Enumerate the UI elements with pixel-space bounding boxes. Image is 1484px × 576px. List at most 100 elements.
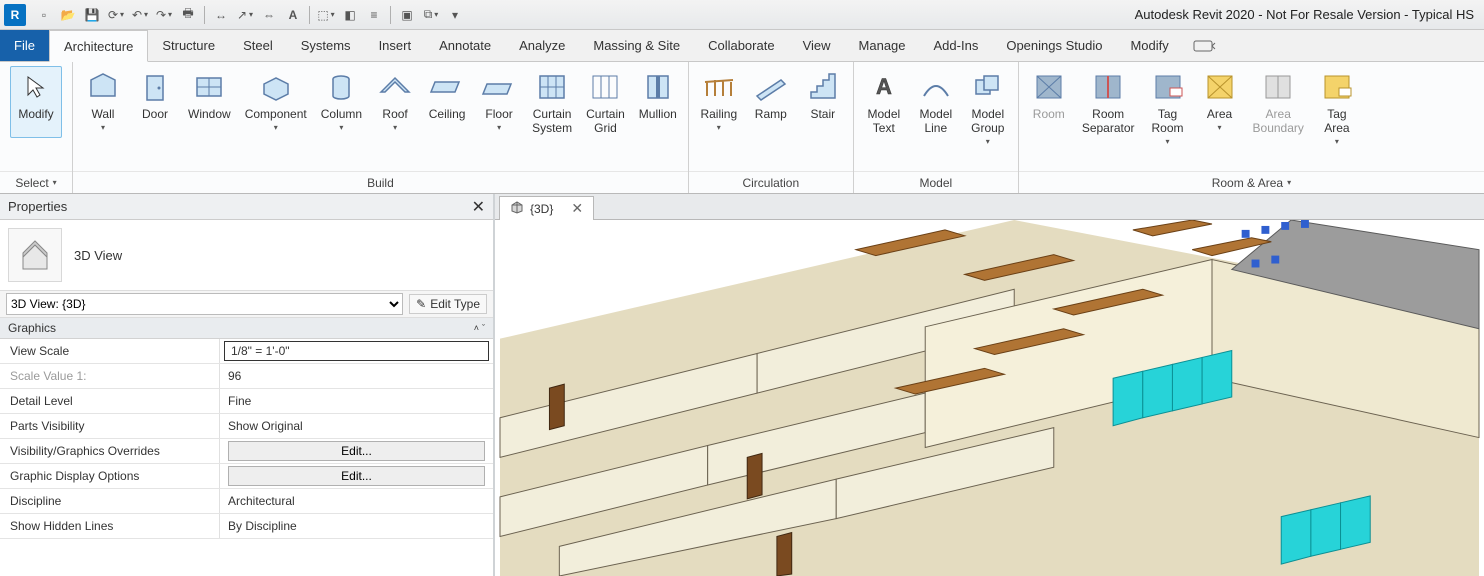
prop-row: Show Hidden LinesBy Discipline [0, 514, 493, 539]
tag-room-button[interactable]: TagRoom▾ [1142, 66, 1194, 152]
stair-button[interactable]: Stair [797, 66, 849, 138]
model-text-button[interactable]: A ModelText [858, 66, 910, 138]
prop-value[interactable]: Fine [220, 389, 493, 413]
stair-icon [805, 69, 841, 105]
tag-area-button[interactable]: TagArea▾ [1311, 66, 1363, 152]
svg-text:A: A [876, 74, 892, 99]
qat-custom-icon[interactable]: ▾ [445, 5, 465, 25]
qat-measure-icon[interactable]: ↔ [211, 5, 231, 25]
roof-button[interactable]: Roof▾ [369, 66, 421, 138]
ramp-icon [753, 69, 789, 105]
prop-value[interactable]: Architectural [220, 489, 493, 513]
tag-area-icon [1319, 69, 1355, 105]
view-tab-3d[interactable]: {3D} ✕ [499, 196, 594, 220]
prop-value[interactable]: Show Original [220, 414, 493, 438]
qat-text-icon[interactable]: A [283, 5, 303, 25]
tab-analyze[interactable]: Analyze [505, 30, 579, 61]
qat-dim-icon[interactable]: ⇔ [259, 5, 279, 25]
ceiling-button[interactable]: Ceiling [421, 66, 473, 138]
area-boundary-icon [1260, 69, 1296, 105]
window-button[interactable]: Window [181, 66, 238, 138]
ribbon: Modify Select▾ Wall▾ Door Window Compone… [0, 62, 1484, 194]
room-icon [1031, 69, 1067, 105]
prop-row: Parts VisibilityShow Original [0, 414, 493, 439]
close-properties-icon[interactable]: ✕ [472, 197, 485, 217]
qat-save-icon[interactable]: 💾 [82, 5, 102, 25]
room-separator-button[interactable]: RoomSeparator [1075, 66, 1142, 138]
qat-thinlines-icon[interactable]: ≡ [364, 5, 384, 25]
tab-openings[interactable]: Openings Studio [992, 30, 1116, 61]
railing-button[interactable]: Railing▾ [693, 66, 745, 138]
tab-architecture[interactable]: Architecture [49, 30, 148, 62]
model-line-button[interactable]: ModelLine [910, 66, 962, 138]
qat-closewin-icon[interactable]: ▣ [397, 5, 417, 25]
prop-value[interactable]: 96 [220, 364, 493, 388]
ramp-button[interactable]: Ramp [745, 66, 797, 138]
tab-collaborate[interactable]: Collaborate [694, 30, 789, 61]
panel-label-model: Model [854, 171, 1018, 193]
3d-canvas[interactable] [495, 220, 1484, 576]
tab-structure[interactable]: Structure [148, 30, 229, 61]
curtain-system-icon [534, 69, 570, 105]
scroll-up-icon[interactable]: ˄ [474, 323, 479, 333]
room-button: Room [1023, 66, 1075, 138]
qat-section-icon[interactable]: ◧ [340, 5, 360, 25]
prop-value[interactable]: 1/8" = 1'-0" [224, 341, 489, 361]
panel-label-select[interactable]: Select▾ [0, 171, 72, 193]
edit-button[interactable]: Edit... [228, 466, 485, 486]
tab-addins[interactable]: Add-Ins [920, 30, 993, 61]
model-line-icon [918, 69, 954, 105]
qat-redo-icon[interactable]: ↷ [154, 5, 174, 25]
close-view-icon[interactable]: ✕ [571, 200, 583, 217]
tab-steel[interactable]: Steel [229, 30, 287, 61]
area-button[interactable]: Area▾ [1194, 66, 1246, 138]
quick-access-toolbar: R ▫ 📂 💾 ⟳ ↶ ↷ 🖶 ↔ ↗ ⇔ A ⬚ ◧ ≡ ▣ ⧉ ▾ Auto… [0, 0, 1484, 30]
door-button[interactable]: Door [129, 66, 181, 138]
group-graphics: Graphics [8, 321, 56, 335]
workspace: Properties ✕ 3D View 3D View: {3D} ✎Edit… [0, 194, 1484, 576]
curtain-system-button[interactable]: CurtainSystem [525, 66, 579, 138]
ribbon-display-toggle[interactable] [1193, 30, 1217, 61]
column-button[interactable]: Column▾ [314, 66, 369, 138]
tab-modify[interactable]: Modify [1116, 30, 1182, 61]
qat-undo-icon[interactable]: ↶ [130, 5, 150, 25]
qat-print-icon[interactable]: 🖶 [178, 5, 198, 25]
mullion-button[interactable]: Mullion [632, 66, 684, 138]
qat-new-icon[interactable]: ▫ [34, 5, 54, 25]
tab-manage[interactable]: Manage [845, 30, 920, 61]
type-label: 3D View [74, 248, 122, 263]
expand-icon[interactable]: ˇ [482, 323, 485, 333]
cube-icon [510, 200, 524, 217]
tab-massing[interactable]: Massing & Site [579, 30, 694, 61]
room-separator-icon [1090, 69, 1126, 105]
tab-systems[interactable]: Systems [287, 30, 365, 61]
column-icon [323, 69, 359, 105]
wall-button[interactable]: Wall▾ [77, 66, 129, 138]
qat-sync-icon[interactable]: ⟳ [106, 5, 126, 25]
qat-switch-icon[interactable]: ⧉ [421, 5, 441, 25]
curtain-grid-button[interactable]: CurtainGrid [579, 66, 632, 138]
tab-insert[interactable]: Insert [365, 30, 426, 61]
railing-icon [701, 69, 737, 105]
ribbon-tabs: File Architecture Structure Steel System… [0, 30, 1484, 62]
model-group-button[interactable]: ModelGroup▾ [962, 66, 1014, 152]
edit-button[interactable]: Edit... [228, 441, 485, 461]
panel-label-room[interactable]: Room & Area▾ [1019, 171, 1484, 193]
qat-open-icon[interactable]: 📂 [58, 5, 78, 25]
roof-icon [377, 69, 413, 105]
tab-annotate[interactable]: Annotate [425, 30, 505, 61]
floor-button[interactable]: Floor▾ [473, 66, 525, 138]
edit-type-button[interactable]: ✎Edit Type [409, 294, 487, 314]
component-button[interactable]: Component▾ [238, 66, 314, 138]
tab-file[interactable]: File [0, 30, 49, 61]
qat-align-icon[interactable]: ↗ [235, 5, 255, 25]
prop-row: Scale Value 1:96 [0, 364, 493, 389]
prop-row: Graphic Display OptionsEdit... [0, 464, 493, 489]
modify-button[interactable]: Modify [10, 66, 62, 138]
qat-3d-icon[interactable]: ⬚ [316, 5, 336, 25]
revit-logo[interactable]: R [4, 4, 26, 26]
component-icon [258, 69, 294, 105]
tab-view[interactable]: View [789, 30, 845, 61]
instance-selector[interactable]: 3D View: {3D} [6, 293, 403, 315]
prop-value[interactable]: By Discipline [220, 514, 493, 538]
